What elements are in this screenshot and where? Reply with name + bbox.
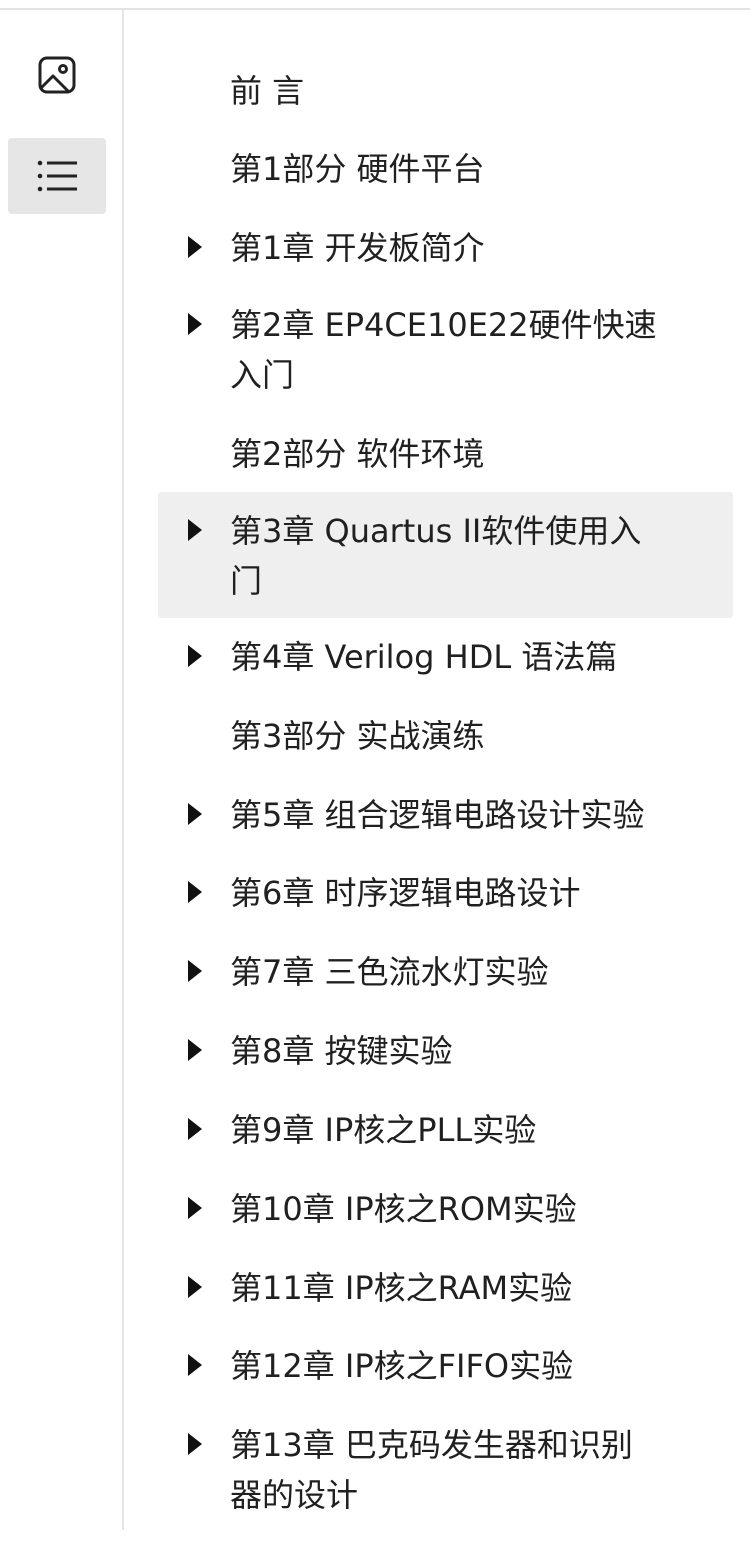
toc-item-label: 第5章 组合逻辑电路设计实验 (230, 796, 645, 834)
top-divider (0, 0, 750, 10)
expand-arrow-icon[interactable] (188, 1039, 202, 1061)
expand-arrow-icon[interactable] (188, 645, 202, 667)
toc-item[interactable]: 第3部分 实战演练 (158, 710, 733, 770)
toc-item-label: 第8章 按键实验 (230, 1032, 453, 1070)
expand-arrow-icon[interactable] (188, 1118, 202, 1140)
toc-item-label: 第2章 EP4CE10E22硬件快速入门 (230, 306, 657, 394)
toc-item[interactable]: 第2部分 软件环境 (158, 428, 733, 488)
toc-item-label: 第6章 时序逻辑电路设计 (230, 874, 581, 912)
toc-item-label: 第12章 IP核之FIFO实验 (230, 1347, 574, 1385)
toc-item-label: 第13章 巴克码发生器和识别器的设计 (230, 1426, 633, 1514)
expand-arrow-icon[interactable] (188, 1433, 202, 1455)
sidebar-rail (0, 10, 124, 1530)
toc-item-label: 第3部分 实战演练 (230, 717, 485, 755)
toc-item-label: 第4章 Verilog HDL 语法篇 (230, 638, 618, 676)
expand-arrow-icon[interactable] (188, 960, 202, 982)
toc-item-label: 第11章 IP核之RAM实验 (230, 1269, 573, 1307)
toc-item-label: 前 言 (230, 72, 305, 110)
expand-arrow-icon[interactable] (188, 313, 202, 335)
expand-arrow-icon[interactable] (188, 1276, 202, 1298)
outline-button[interactable] (8, 138, 106, 214)
toc-item-label: 第10章 IP核之ROM实验 (230, 1190, 577, 1228)
toc-item[interactable]: 第5章 组合逻辑电路设计实验 (158, 789, 733, 849)
toc-item[interactable]: 第7章 三色流水灯实验 (158, 946, 733, 1006)
toc-item[interactable]: 第1章 开发板简介 (158, 222, 733, 282)
toc-item-label: 第9章 IP核之PLL实验 (230, 1111, 537, 1149)
toc-item[interactable]: 第10章 IP核之ROM实验 (158, 1183, 733, 1243)
toc-item-label: 第7章 三色流水灯实验 (230, 953, 549, 991)
expand-arrow-icon[interactable] (188, 803, 202, 825)
toc-item[interactable]: 第11章 IP核之RAM实验 (158, 1262, 733, 1322)
toc-item[interactable]: 第13章 巴克码发生器和识别器的设计 (158, 1419, 733, 1529)
toc-item-label: 第1部分 硬件平台 (230, 150, 485, 188)
image-icon (37, 55, 77, 95)
toc-item-label: 第2部分 软件环境 (230, 435, 485, 473)
toc-item[interactable]: 第1部分 硬件平台 (158, 143, 733, 203)
expand-arrow-icon[interactable] (188, 881, 202, 903)
toc-item[interactable]: 第2章 EP4CE10E22硬件快速入门 (158, 299, 733, 409)
expand-arrow-icon[interactable] (188, 1354, 202, 1376)
toc-item[interactable]: 第9章 IP核之PLL实验 (158, 1104, 733, 1164)
toc-item[interactable]: 第6章 时序逻辑电路设计 (158, 867, 733, 927)
toc-item[interactable]: 第12章 IP核之FIFO实验 (158, 1340, 733, 1400)
toc-item[interactable]: 第4章 Verilog HDL 语法篇 (158, 631, 733, 691)
list-icon (36, 158, 78, 194)
toc-item[interactable]: 前 言 (158, 65, 733, 125)
toc-item-label: 第3章 Quartus II软件使用入门 (230, 512, 642, 600)
expand-arrow-icon[interactable] (188, 1197, 202, 1219)
expand-arrow-icon[interactable] (188, 519, 202, 541)
thumbnails-button[interactable] (8, 37, 106, 113)
toc-item-label: 第1章 开发板简介 (230, 229, 485, 267)
toc-item[interactable]: 第8章 按键实验 (158, 1025, 733, 1085)
toc-item[interactable]: 第3章 Quartus II软件使用入门 (158, 492, 733, 618)
expand-arrow-icon[interactable] (188, 236, 202, 258)
